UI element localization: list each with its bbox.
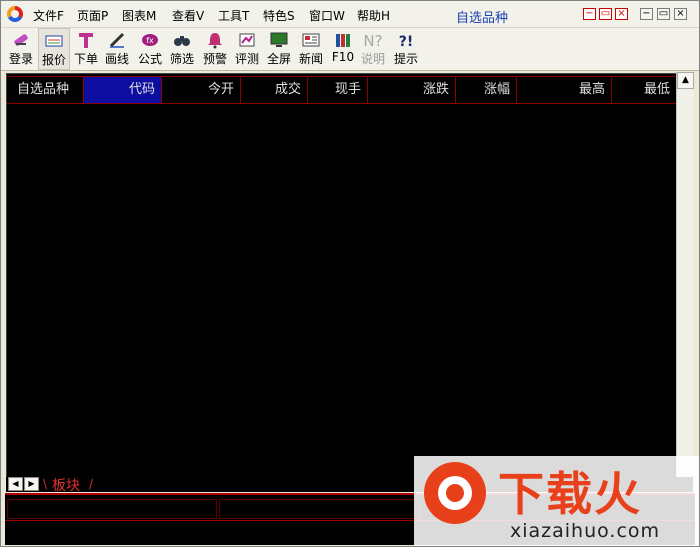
status-panel-middle: [219, 499, 421, 519]
svg-text:?!: ?!: [399, 34, 414, 49]
column-header-open[interactable]: 今开: [162, 77, 241, 103]
menu-bar: 文件F 页面P 图表M 查看V 工具T 特色S 窗口W 帮助H 自选品种 − ▭…: [1, 1, 699, 28]
column-header-code[interactable]: 代码: [84, 77, 162, 103]
column-header-high[interactable]: 最高: [517, 77, 612, 103]
fullscreen-monitor-icon: [270, 32, 288, 47]
scroll-up-button[interactable]: ▲: [677, 72, 694, 89]
watermark: 下载火 xiazaihuo.com: [414, 456, 699, 546]
toolbar-f10-button[interactable]: F10: [329, 28, 357, 70]
news-icon: [302, 33, 320, 47]
books-icon: [336, 34, 350, 47]
alarm-bell-icon: [208, 33, 222, 49]
arrow-left-icon: ◀: [12, 479, 19, 488]
evaluate-icon: [239, 33, 255, 47]
quote-grid[interactable]: 自选品种 代码 今开 成交 现手 涨跌 涨幅 最高 最低: [6, 73, 677, 478]
vertical-scrollbar[interactable]: ▲: [676, 72, 694, 477]
menu-view[interactable]: 查看V: [172, 7, 204, 24]
tab-board[interactable]: 板块: [52, 475, 80, 495]
tab-divider-icon: \: [43, 477, 48, 491]
filter-binoculars-icon: [174, 36, 190, 46]
quote-icon: [45, 35, 63, 47]
inner-restore-button[interactable]: ▭: [599, 8, 612, 20]
toolbar-fullscreen-button[interactable]: 全屏: [264, 28, 294, 70]
watermark-url-text: xiazaihuo.com: [510, 520, 661, 542]
arrow-up-icon: ▲: [682, 75, 689, 85]
menu-window[interactable]: 窗口W: [309, 7, 345, 24]
toolbar-instructions-button[interactable]: N? 说明: [359, 28, 387, 70]
minimize-icon: −: [585, 8, 594, 19]
svg-text:N?: N?: [363, 32, 382, 49]
formula-icon: fx: [142, 34, 158, 46]
menu-chart[interactable]: 图表M: [122, 7, 156, 24]
window-title: 自选品种: [456, 11, 509, 26]
column-header-change-percent[interactable]: 涨幅: [456, 77, 517, 103]
column-header-volume[interactable]: 成交: [241, 77, 308, 103]
watermark-logo-icon: [424, 462, 486, 524]
toolbar-formula-button[interactable]: fx 公式: [135, 28, 165, 70]
tips-icon: ?!: [399, 34, 414, 49]
tab-divider-icon: /: [89, 477, 94, 491]
toolbar-evaluate-button[interactable]: 评测: [232, 28, 262, 70]
outer-close-button[interactable]: ×: [674, 8, 687, 20]
minimize-icon: −: [642, 8, 651, 19]
close-icon: ×: [676, 8, 685, 19]
column-header-current-lots[interactable]: 现手: [308, 77, 368, 103]
toolbar-filter-button[interactable]: 筛选: [167, 28, 197, 70]
app-window: 文件F 页面P 图表M 查看V 工具T 特色S 窗口W 帮助H 自选品种 − ▭…: [0, 0, 700, 547]
restore-icon: ▭: [600, 8, 611, 19]
menu-tools[interactable]: 工具T: [218, 7, 249, 24]
svg-text:fx: fx: [146, 36, 154, 45]
order-icon: [79, 33, 93, 48]
toolbar-alarm-button[interactable]: 预警: [200, 28, 230, 70]
outer-restore-button[interactable]: ▭: [657, 8, 670, 20]
login-icon: [14, 34, 28, 46]
toolbar-order-button[interactable]: 下单: [72, 28, 100, 70]
menu-features[interactable]: 特色S: [263, 7, 295, 24]
menu-page[interactable]: 页面P: [77, 7, 108, 24]
arrow-right-icon: ▶: [28, 479, 35, 488]
outer-minimize-button[interactable]: −: [640, 8, 653, 20]
tab-scroll-left-button[interactable]: ◀: [8, 477, 23, 491]
toolbar-login-button[interactable]: 登录: [6, 28, 36, 70]
menu-help[interactable]: 帮助H: [357, 7, 390, 24]
toolbar-tips-button[interactable]: ?! 提示: [391, 28, 421, 70]
column-header-low[interactable]: 最低: [612, 77, 676, 103]
draw-line-icon: [109, 32, 125, 48]
toolbar: 登录 报价 下单 画线 fx 公式 筛选 预警 评测 全屏 新闻 F10 N? …: [1, 28, 699, 71]
inner-close-button[interactable]: ×: [615, 8, 628, 20]
status-panel-left: [7, 499, 217, 519]
tab-scroll-right-button[interactable]: ▶: [24, 477, 39, 491]
close-icon: ×: [617, 8, 626, 19]
inner-minimize-button[interactable]: −: [583, 8, 596, 20]
column-header-change[interactable]: 涨跌: [368, 77, 456, 103]
column-header-watchlist[interactable]: 自选品种: [7, 77, 84, 103]
menu-file[interactable]: 文件F: [33, 7, 64, 24]
toolbar-news-button[interactable]: 新闻: [296, 28, 326, 70]
help-question-icon: N?: [363, 32, 382, 49]
toolbar-draw-line-button[interactable]: 画线: [103, 28, 131, 70]
toolbar-quote-button[interactable]: 报价: [38, 28, 70, 70]
grid-header: 自选品种 代码 今开 成交 现手 涨跌 涨幅 最高 最低: [7, 76, 676, 104]
app-logo-icon[interactable]: [7, 6, 23, 22]
watermark-brand-text: 下载火: [498, 467, 642, 521]
restore-icon: ▭: [658, 8, 669, 19]
